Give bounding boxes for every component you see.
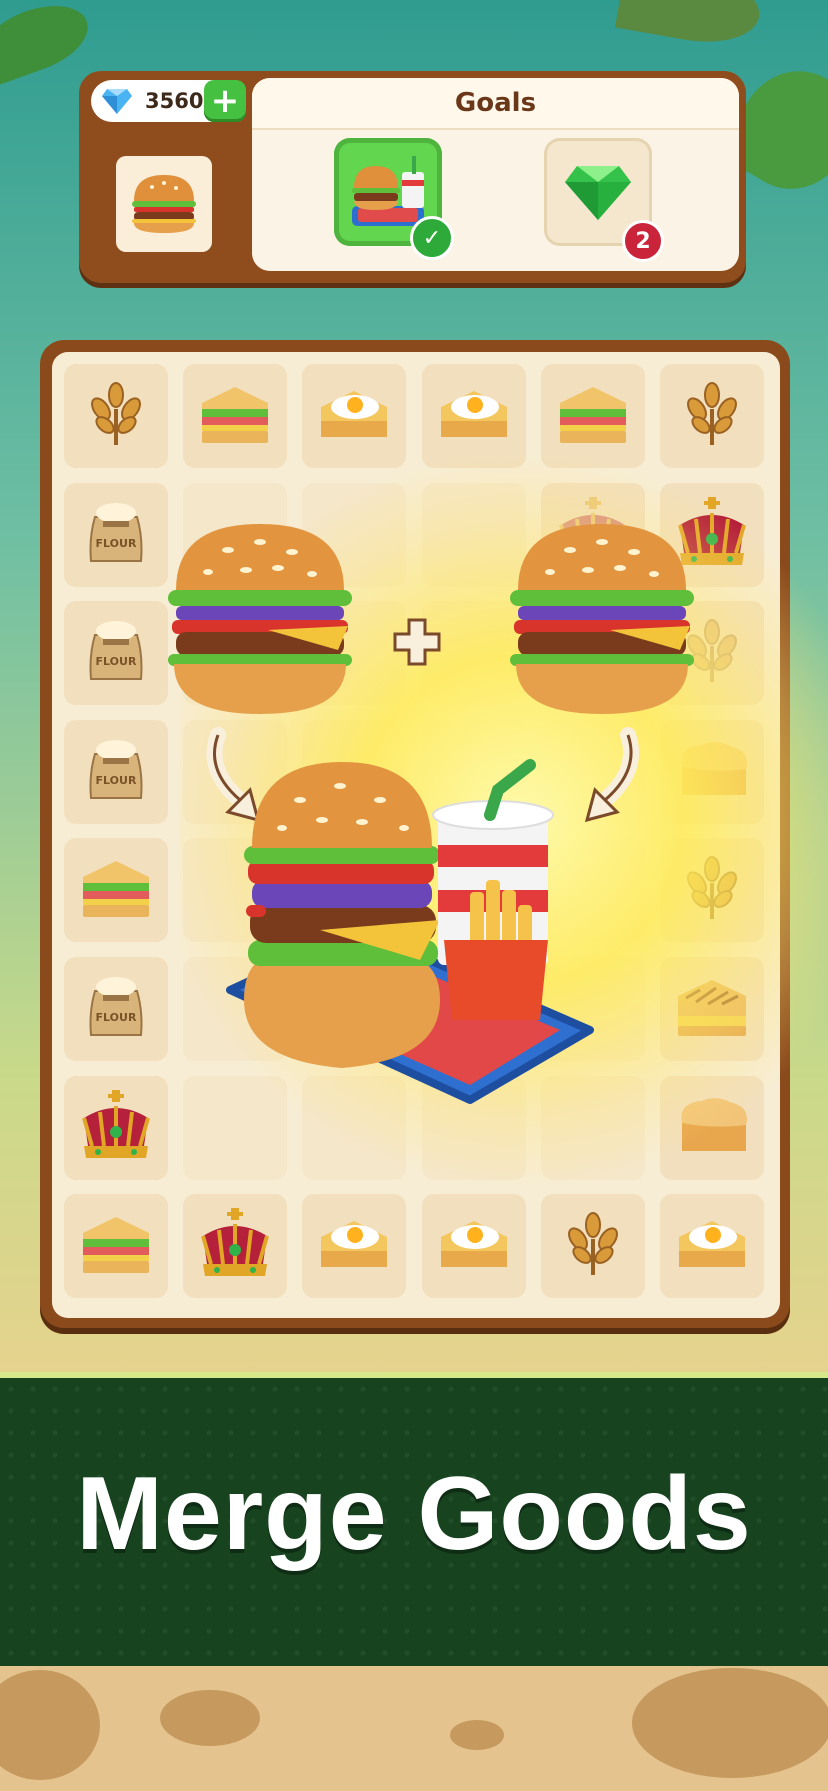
board-cell[interactable] [302, 838, 407, 943]
current-item-tile[interactable] [116, 156, 212, 252]
board-cell[interactable] [183, 364, 288, 468]
board-cell[interactable] [64, 1194, 168, 1299]
board-cell[interactable] [660, 1194, 764, 1299]
board-cell[interactable] [183, 719, 288, 824]
flour-sack-icon: FLOUR [81, 734, 151, 810]
board-cell[interactable] [421, 719, 526, 824]
goals-title: Goals [252, 78, 739, 130]
board-cell[interactable] [540, 1075, 645, 1180]
grilled-toast-icon [672, 972, 752, 1046]
board-cell[interactable] [421, 957, 526, 1061]
board-cell[interactable] [421, 1075, 526, 1180]
board-cell[interactable] [540, 1194, 645, 1299]
banner-title: Merge Goods [76, 1456, 752, 1572]
svg-text:FLOUR: FLOUR [96, 655, 137, 668]
merge-board: FLOUR FLOUR FLOUR FLOUR [52, 352, 780, 1318]
sandwich-icon [79, 1209, 153, 1283]
board-cell[interactable] [540, 601, 645, 706]
board-cell[interactable] [302, 1075, 407, 1180]
egg-toast-icon [675, 1211, 749, 1281]
wheat-icon [677, 379, 747, 453]
bread-icon [672, 737, 752, 807]
wheat-icon [558, 1209, 628, 1283]
bread-icon [672, 1093, 752, 1163]
svg-text:FLOUR: FLOUR [96, 1011, 137, 1024]
board-cell[interactable] [183, 957, 288, 1061]
board-cell[interactable]: FLOUR [64, 482, 168, 587]
flour-sack-icon: FLOUR [81, 971, 151, 1047]
board-cell[interactable]: FLOUR [64, 957, 168, 1061]
board-cell[interactable] [302, 1194, 407, 1299]
wheat-icon [677, 853, 747, 927]
flour-sack-icon: FLOUR [81, 497, 151, 573]
board-cell[interactable] [183, 601, 288, 706]
wheat-icon [677, 616, 747, 690]
board-cell[interactable] [540, 838, 645, 943]
crown-icon [672, 495, 752, 575]
board-cell[interactable] [540, 364, 645, 468]
board-cell[interactable] [302, 364, 407, 468]
board-cell[interactable]: FLOUR [64, 601, 168, 706]
crown-icon [195, 1206, 275, 1286]
board-cell[interactable] [183, 1194, 288, 1299]
board-cell[interactable] [64, 1075, 168, 1180]
board-cell[interactable] [421, 1194, 526, 1299]
board-cell[interactable] [302, 482, 407, 587]
sandwich-icon [79, 853, 153, 927]
board-cell[interactable] [660, 957, 764, 1061]
goal-item-burger-meal[interactable]: ✓ [334, 138, 454, 260]
currency-value: 3560 [145, 89, 204, 113]
sandwich-icon [556, 379, 630, 453]
board-cell[interactable] [660, 1075, 764, 1180]
board-cell[interactable] [183, 838, 288, 943]
rock-decoration [160, 1690, 260, 1746]
goal-remaining-count: 2 [622, 220, 664, 262]
board-cell[interactable] [64, 838, 168, 943]
board-cell[interactable] [660, 838, 764, 943]
rock-decoration [632, 1668, 828, 1778]
board-cell[interactable] [64, 364, 168, 468]
board-cell[interactable] [183, 482, 288, 587]
burger-icon [132, 175, 196, 233]
board-cell[interactable] [660, 601, 764, 706]
board-cell[interactable] [302, 719, 407, 824]
rock-decoration [450, 1720, 504, 1750]
svg-text:FLOUR: FLOUR [96, 774, 137, 787]
board-cell[interactable] [421, 838, 526, 943]
egg-toast-icon [317, 1211, 391, 1281]
egg-toast-icon [437, 1211, 511, 1281]
board-cell[interactable] [540, 719, 645, 824]
board-cell[interactable] [302, 957, 407, 1061]
board-cell[interactable] [540, 482, 645, 587]
egg-toast-icon [317, 381, 391, 451]
board-cell[interactable] [421, 601, 526, 706]
egg-toast-icon [437, 381, 511, 451]
diamond-icon [102, 89, 132, 114]
board-cell[interactable] [660, 364, 764, 468]
board-cell[interactable] [421, 364, 526, 468]
wheat-icon [81, 379, 151, 453]
crown-icon [553, 495, 633, 575]
sandwich-icon [198, 379, 272, 453]
goal-item-green-gem[interactable]: 2 [544, 138, 664, 262]
goal-completed-check-icon: ✓ [410, 216, 454, 260]
board-cell[interactable] [421, 482, 526, 587]
board-cell[interactable] [660, 482, 764, 587]
board-cell[interactable] [540, 957, 645, 1061]
add-currency-button[interactable]: + [204, 80, 246, 122]
board-cell[interactable] [302, 601, 407, 706]
currency-display: 3560 + [91, 80, 246, 122]
flour-sack-icon: FLOUR [81, 615, 151, 691]
goals-card: Goals ✓ 2 [252, 78, 739, 271]
board-cell[interactable] [660, 719, 764, 824]
svg-text:FLOUR: FLOUR [96, 537, 137, 550]
crown-icon [76, 1088, 156, 1168]
board-cell[interactable]: FLOUR [64, 719, 168, 824]
board-cell[interactable] [183, 1075, 288, 1180]
green-gem-icon [565, 166, 631, 220]
